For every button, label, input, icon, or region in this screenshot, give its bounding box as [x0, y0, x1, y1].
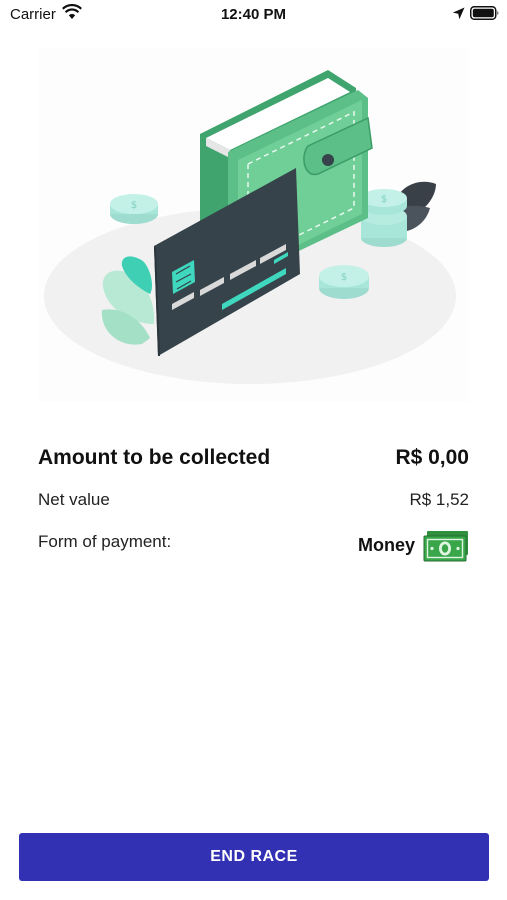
battery-icon [470, 6, 499, 20]
amount-label: Amount to be collected [38, 446, 271, 469]
amount-value: R$ 0,00 [395, 446, 469, 469]
location-arrow-icon [452, 7, 465, 20]
payment-label: Form of payment: [38, 532, 172, 551]
svg-text:$: $ [131, 200, 137, 211]
net-value: R$ 1,52 [409, 490, 469, 509]
svg-text:$: $ [381, 194, 387, 205]
money-bill-icon [423, 531, 468, 562]
payment-row: Form of payment: Money [38, 530, 469, 562]
net-value-row: Net value R$ 1,52 [38, 490, 469, 512]
svg-text:$: $ [341, 272, 347, 283]
clock: 12:40 PM [220, 6, 287, 23]
net-value-label: Net value [38, 490, 110, 509]
amount-row: Amount to be collected R$ 0,00 [38, 446, 469, 474]
wallet-illustration: $ $ $ [38, 48, 468, 402]
payment-method-value: Money [357, 535, 415, 555]
end-race-button[interactable]: END RACE [19, 833, 489, 881]
status-bar: Carrier 12:40 PM [0, 0, 507, 28]
